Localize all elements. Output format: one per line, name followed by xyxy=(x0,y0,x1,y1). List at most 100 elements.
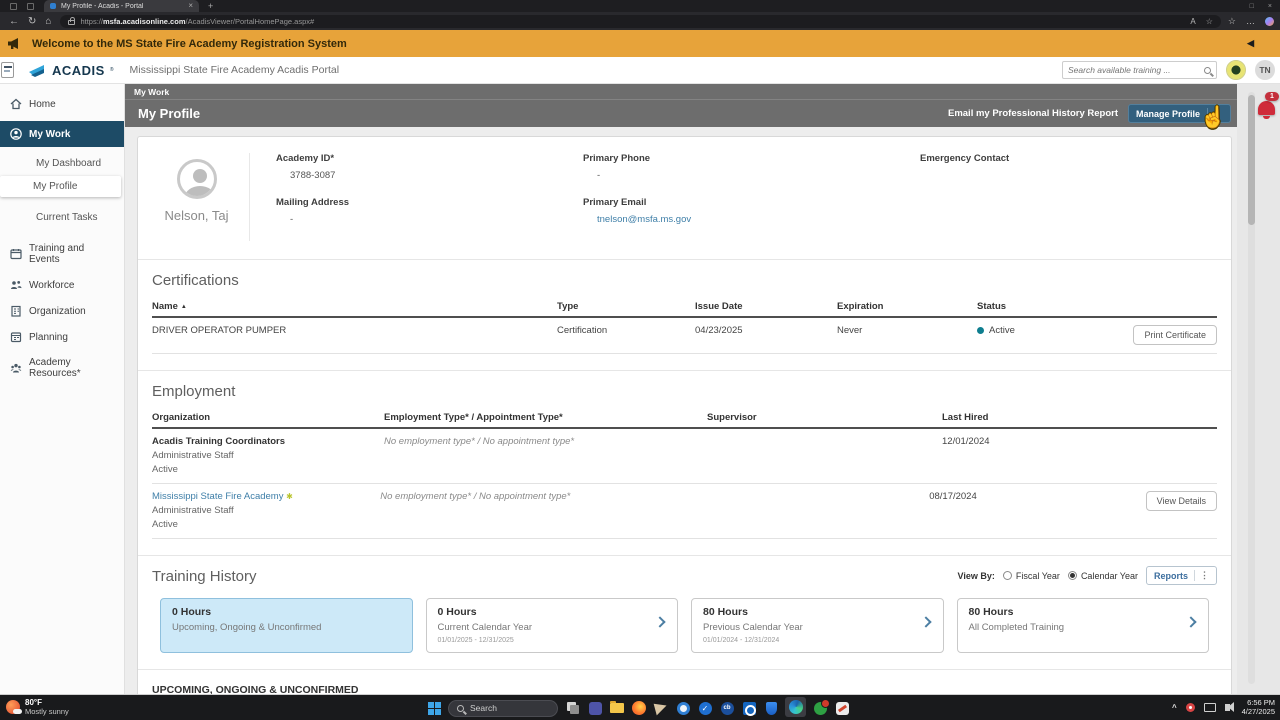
training-search-input[interactable] xyxy=(1068,65,1204,75)
planning-icon xyxy=(10,331,22,343)
employment-role: Administrative Staff xyxy=(152,505,380,516)
reload-icon[interactable]: ↻ xyxy=(28,16,36,27)
outlook-icon[interactable] xyxy=(741,700,757,716)
sidebar-item-current-tasks[interactable]: Current Tasks xyxy=(0,207,124,228)
xbox-icon[interactable] xyxy=(812,700,828,716)
training-card-previous-year[interactable]: 80 Hours Previous Calendar Year 01/01/20… xyxy=(691,598,944,653)
cb-app-icon[interactable]: cb xyxy=(719,700,735,716)
sidebar-item-organization[interactable]: Organization xyxy=(0,298,124,324)
sidebar-item-training-and-events[interactable]: Training and Events xyxy=(0,236,124,272)
file-explorer-icon[interactable] xyxy=(609,700,625,716)
bell-icon xyxy=(1258,101,1275,115)
recording-indicator-icon[interactable] xyxy=(1186,703,1195,712)
sidebar-item-my-work[interactable]: My Work xyxy=(0,121,124,147)
tab-title: My Profile - Acadis - Portal xyxy=(61,3,183,10)
window-close-button[interactable]: × xyxy=(1268,3,1272,10)
favorite-star-icon[interactable]: ☆ xyxy=(1206,17,1213,26)
new-tab-button[interactable]: + xyxy=(208,1,213,11)
browser-tab[interactable]: My Profile - Acadis - Portal × xyxy=(44,0,199,12)
sidebar-item-workforce[interactable]: Workforce xyxy=(0,272,124,298)
weather-icon xyxy=(6,700,20,714)
certifications-section: Certifications Name▲ Type Issue Date Exp… xyxy=(138,259,1231,370)
employment-row: Mississippi State Fire Academy ✱ Adminis… xyxy=(152,484,1217,539)
banner-collapse-icon[interactable]: ◀ xyxy=(1247,38,1254,49)
scrollbar-thumb[interactable] xyxy=(1248,95,1255,225)
training-search[interactable] xyxy=(1062,61,1217,79)
edge-icon-active[interactable] xyxy=(785,697,806,717)
calendar-year-radio[interactable]: Calendar Year xyxy=(1068,571,1138,581)
volume-icon[interactable] xyxy=(1225,704,1230,711)
start-button[interactable] xyxy=(428,702,441,715)
address-bar[interactable]: https://msfa.acadisonline.com/AcadisView… xyxy=(60,15,1220,28)
email-history-report-link[interactable]: Email my Professional History Report xyxy=(948,108,1118,119)
emergency-contact-label: Emergency Contact xyxy=(920,153,1215,164)
teams-icon[interactable] xyxy=(587,700,603,716)
notification-badge: 1 xyxy=(1265,92,1279,101)
tab-tool-icon[interactable] xyxy=(10,3,17,10)
taskbar-search[interactable]: Search xyxy=(448,700,558,717)
sort-asc-icon: ▲ xyxy=(181,304,187,310)
ring-app-icon[interactable] xyxy=(675,700,691,716)
employment-row: Acadis Training Coordinators Administrat… xyxy=(152,429,1217,484)
view-details-button[interactable]: View Details xyxy=(1146,491,1217,511)
certifications-title: Certifications xyxy=(152,272,1217,289)
training-card-all-completed[interactable]: 80 Hours All Completed Training xyxy=(957,598,1210,653)
page-scrollbar[interactable] xyxy=(1248,92,1255,684)
academy-id-label: Academy ID* xyxy=(276,153,583,164)
employment-section: Employment Organization Employment Type*… xyxy=(138,370,1231,555)
acadis-logo-text: ACADIS xyxy=(52,63,105,78)
back-icon[interactable]: ← xyxy=(9,16,19,27)
sidebar-item-academy-resources[interactable]: Academy Resources* xyxy=(0,350,124,386)
tab-close-icon[interactable]: × xyxy=(188,2,193,10)
primary-email-link[interactable]: tnelson@msfa.ms.gov xyxy=(597,214,920,225)
radio-off-icon[interactable] xyxy=(1003,571,1012,580)
tray-expand-icon[interactable]: ^ xyxy=(1172,703,1177,712)
radio-on-icon[interactable] xyxy=(1068,571,1077,580)
task-view-icon[interactable] xyxy=(565,700,581,716)
reports-menu-icon[interactable]: ⋮ xyxy=(1194,570,1209,581)
academy-id-value: 3788-3087 xyxy=(290,170,583,181)
copilot-icon[interactable] xyxy=(1265,17,1274,26)
firefox-icon[interactable] xyxy=(631,700,647,716)
sidebar-item-my-dashboard[interactable]: My Dashboard xyxy=(0,153,124,174)
window-restore-button[interactable]: □ xyxy=(1250,3,1254,10)
print-certificate-button[interactable]: Print Certificate xyxy=(1133,325,1217,345)
paper-plane-app-icon[interactable] xyxy=(653,700,669,716)
sidebar-item-planning[interactable]: Planning xyxy=(0,324,124,350)
fiscal-year-radio[interactable]: Fiscal Year xyxy=(1003,571,1060,581)
favorites-bar-icon[interactable]: ☆ xyxy=(1228,16,1236,27)
notification-bell[interactable]: 1 xyxy=(1258,101,1275,115)
employment-type: No employment type* / No appointment typ… xyxy=(384,436,707,447)
col-last-hired: Last Hired xyxy=(942,412,1162,423)
display-tray-icon[interactable] xyxy=(1204,703,1216,712)
primary-email-label: Primary Email xyxy=(583,197,920,208)
read-aloud-icon[interactable]: A xyxy=(1190,17,1195,26)
employment-org-link[interactable]: Mississippi State Fire Academy ✱ xyxy=(152,491,380,502)
sidebar: Home My Work My Dashboard My Profile Cur… xyxy=(0,84,125,694)
taskbar-clock[interactable]: 6:56 PM 4/27/2025 xyxy=(1242,698,1275,716)
weather-condition: Mostly sunny xyxy=(25,707,69,716)
mailing-address-value: - xyxy=(290,214,583,225)
weather-widget[interactable]: 80°F Mostly sunny xyxy=(6,698,69,716)
cert-issue-date: 04/23/2025 xyxy=(695,325,837,336)
check-app-icon[interactable]: ✓ xyxy=(697,700,713,716)
defender-icon[interactable] xyxy=(763,700,779,716)
user-avatar[interactable]: TN xyxy=(1255,60,1275,80)
reports-button[interactable]: Reports ⋮ xyxy=(1146,566,1217,585)
col-name[interactable]: Name▲ xyxy=(152,301,557,312)
snipping-tool-icon[interactable] xyxy=(834,700,850,716)
browser-menu-icon[interactable]: … xyxy=(1246,16,1255,26)
browser-home-icon[interactable]: ⌂ xyxy=(45,16,51,27)
cert-status: Active xyxy=(977,325,1087,336)
training-card-upcoming[interactable]: 0 Hours Upcoming, Ongoing & Unconfirmed xyxy=(160,598,413,653)
sidebar-item-my-profile[interactable]: My Profile xyxy=(0,176,121,197)
page-gutter xyxy=(1237,84,1280,694)
main-area: My Work My Profile Email my Professional… xyxy=(125,84,1237,694)
search-icon[interactable] xyxy=(1204,67,1211,74)
primary-phone-label: Primary Phone xyxy=(583,153,920,164)
side-panel-icon[interactable] xyxy=(1,62,14,78)
training-card-current-year[interactable]: 0 Hours Current Calendar Year 01/01/2025… xyxy=(426,598,679,653)
clock-time: 6:56 PM xyxy=(1242,698,1275,707)
tab-tool-icon[interactable] xyxy=(27,3,34,10)
sidebar-item-home[interactable]: Home xyxy=(0,91,124,117)
